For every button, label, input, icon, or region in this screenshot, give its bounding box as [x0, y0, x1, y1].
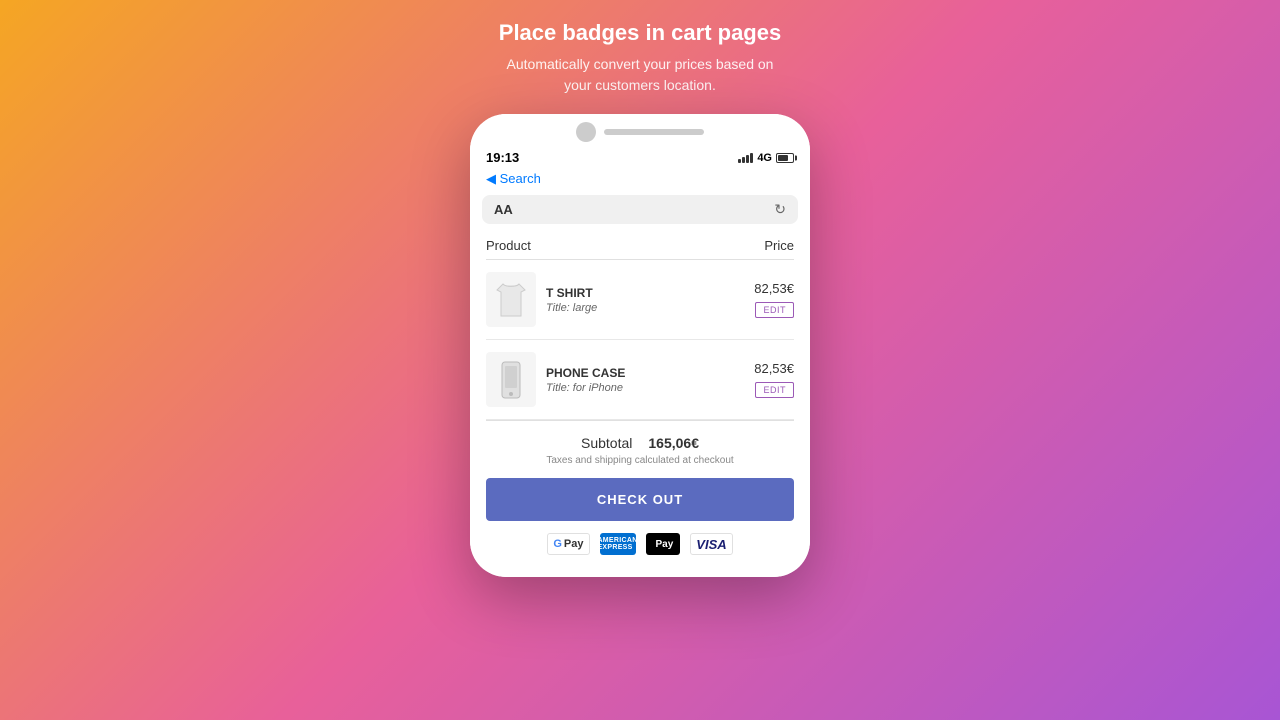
- browser-bar[interactable]: AA ↻: [482, 195, 798, 224]
- page-subtitle: Automatically convert your prices based …: [499, 54, 781, 96]
- payment-methods: G Pay AMERICAN EXPRESS Pay VISA: [486, 533, 794, 569]
- browser-aa-label[interactable]: AA: [494, 202, 513, 217]
- column-product: Product: [486, 238, 531, 253]
- checkout-button[interactable]: CHECK OUT: [486, 478, 794, 521]
- phone-camera: [576, 122, 596, 142]
- subtotal-label: Subtotal: [581, 435, 632, 451]
- item-variant: Title: large: [546, 302, 754, 314]
- amex-badge: AMERICAN EXPRESS: [600, 533, 636, 555]
- subtotal-section: Subtotal 165,06€ Taxes and shipping calc…: [486, 420, 794, 577]
- tax-note: Taxes and shipping calculated at checkou…: [486, 455, 794, 466]
- cart-header: Product Price: [486, 228, 794, 260]
- item-image-tshirt: [486, 272, 536, 327]
- applepay-badge: Pay: [646, 533, 681, 555]
- cart-item: T SHIRT Title: large 82,53€ EDIT: [486, 260, 794, 340]
- tshirt-icon: [495, 282, 527, 318]
- back-button[interactable]: ◀ Search: [486, 171, 541, 187]
- phone-mockup: 19:13 4G ◀ Search AA ↻ Product Price: [470, 114, 810, 577]
- item-details: T SHIRT Title: large: [546, 286, 754, 314]
- header-section: Place badges in cart pages Automatically…: [479, 20, 801, 96]
- item-price: 82,53€: [754, 361, 794, 376]
- edit-button[interactable]: EDIT: [755, 302, 794, 318]
- nav-bar: ◀ Search: [470, 167, 810, 191]
- cart-content: Product Price T SHIRT Title: large 82,53…: [470, 228, 810, 577]
- column-price: Price: [764, 238, 794, 253]
- item-name: PHONE CASE: [546, 366, 754, 380]
- page-title: Place badges in cart pages: [499, 20, 781, 46]
- item-details: PHONE CASE Title: for iPhone: [546, 366, 754, 394]
- cart-item: PHONE CASE Title: for iPhone 82,53€ EDIT: [486, 340, 794, 420]
- item-price-section: 82,53€ EDIT: [754, 281, 794, 318]
- signal-icon: [738, 153, 753, 163]
- gpay-badge: G Pay: [547, 533, 589, 555]
- item-name: T SHIRT: [546, 286, 754, 300]
- item-image-phonecase: [486, 352, 536, 407]
- refresh-icon[interactable]: ↻: [774, 201, 786, 218]
- status-time: 19:13: [486, 150, 519, 165]
- phonecase-icon: [499, 360, 523, 400]
- status-bar: 19:13 4G: [470, 146, 810, 167]
- subtotal-value: 165,06€: [648, 435, 699, 451]
- item-price: 82,53€: [754, 281, 794, 296]
- subtotal-row: Subtotal 165,06€: [486, 435, 794, 451]
- phone-speaker: [604, 129, 704, 135]
- edit-button[interactable]: EDIT: [755, 382, 794, 398]
- item-variant: Title: for iPhone: [546, 382, 754, 394]
- status-icons: 4G: [738, 152, 794, 164]
- network-label: 4G: [757, 152, 772, 164]
- battery-icon: [776, 153, 794, 163]
- phone-notch-area: [470, 114, 810, 146]
- visa-badge: VISA: [690, 533, 732, 555]
- item-price-section: 82,53€ EDIT: [754, 361, 794, 398]
